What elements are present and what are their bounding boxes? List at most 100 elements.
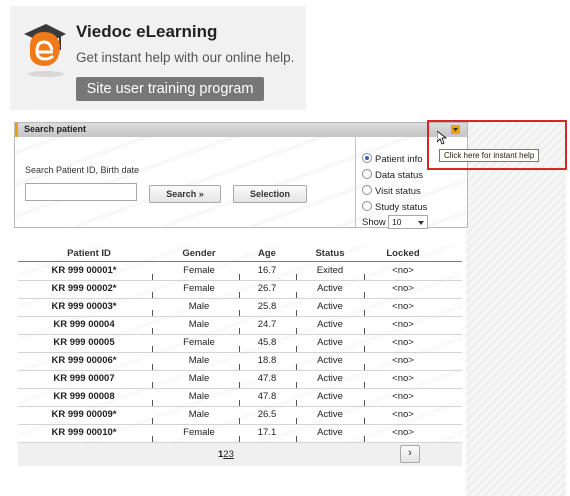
training-program-button[interactable]: Site user training program [76, 77, 264, 101]
search-label: Search Patient ID, Birth date [25, 165, 140, 175]
cell-status: Exited [316, 265, 344, 276]
cell-patient-id: KR 999 00005 [53, 337, 115, 348]
cell-locked: <no> [392, 391, 414, 402]
cell-age: 45.8 [257, 337, 277, 348]
column-gender[interactable]: Gender [164, 248, 234, 259]
option-study-status[interactable]: Study status [362, 201, 427, 213]
cell-age: 17.1 [257, 427, 277, 438]
cell-status: Active [317, 373, 343, 384]
column-locked[interactable]: Locked [368, 248, 438, 259]
table-row[interactable]: KR 999 00008 Male 47.8 Active <no> [18, 388, 462, 407]
cell-gender: Female [183, 337, 215, 348]
table-row[interactable]: KR 999 00004 Male 24.7 Active <no> [18, 316, 462, 335]
cell-patient-id: KR 999 00004 [53, 319, 115, 330]
banner-title: Viedoc eLearning [76, 22, 218, 41]
column-divider [239, 436, 240, 442]
table-row[interactable]: KR 999 00006* Male 18.8 Active <no> [18, 352, 462, 371]
cell-locked: <no> [392, 373, 414, 384]
cell-locked: <no> [392, 427, 414, 438]
cell-patient-id: KR 999 00003* [51, 301, 117, 312]
cell-gender: Male [188, 355, 210, 366]
table-row[interactable]: KR 999 00005 Female 45.8 Active <no> [18, 334, 462, 353]
show-label: Show [362, 217, 386, 228]
cell-age: 47.8 [257, 373, 277, 384]
cell-age: 26.5 [257, 409, 277, 420]
cell-status: Active [317, 355, 343, 366]
cell-status: Active [317, 337, 343, 348]
column-divider [364, 436, 365, 442]
background-strip [466, 122, 566, 496]
cell-locked: <no> [392, 301, 414, 312]
table-row[interactable]: KR 999 00007 Male 47.8 Active <no> [18, 370, 462, 389]
elearning-banner: Viedoc eLearning Get instant help with o… [10, 6, 306, 110]
radio-data-status[interactable] [362, 169, 372, 179]
option-patient-info[interactable]: Patient info [362, 153, 423, 165]
table-row[interactable]: KR 999 00001* Female 16.7 Exited <no> [18, 262, 462, 281]
patient-table: Patient ID Gender Age Status Locked KR 9… [18, 246, 462, 466]
cell-status: Active [317, 391, 343, 402]
next-page-button[interactable]: › [400, 445, 420, 463]
chevron-down-icon [418, 221, 424, 225]
help-highlight-frame [427, 120, 567, 170]
cell-status: Active [317, 301, 343, 312]
cell-gender: Male [188, 319, 210, 330]
pagination: 123 [218, 449, 234, 460]
cell-age: 25.8 [257, 301, 277, 312]
table-row[interactable]: KR 999 00009* Male 26.5 Active <no> [18, 406, 462, 425]
cell-status: Active [317, 427, 343, 438]
cell-status: Active [317, 319, 343, 330]
radio-visit-status[interactable] [362, 185, 372, 195]
cell-patient-id: KR 999 00010* [51, 427, 117, 438]
radio-patient-info[interactable] [362, 153, 372, 163]
cell-age: 24.7 [257, 319, 277, 330]
mouse-cursor-icon [437, 131, 447, 145]
cell-patient-id: KR 999 00001* [51, 265, 117, 276]
cell-locked: <no> [392, 319, 414, 330]
table-header: Patient ID Gender Age Status Locked [18, 246, 462, 262]
cell-age: 47.8 [257, 391, 277, 402]
cell-patient-id: KR 999 00008 [53, 391, 115, 402]
cell-gender: Male [188, 409, 210, 420]
cell-gender: Female [183, 283, 215, 294]
cell-status: Active [317, 283, 343, 294]
radio-study-status[interactable] [362, 201, 372, 211]
cell-gender: Female [183, 265, 215, 276]
option-visit-status[interactable]: Visit status [362, 185, 421, 197]
search-patient-panel: Search patient Search Patient ID, Birth … [14, 122, 468, 229]
cell-patient-id: KR 999 00007 [53, 373, 115, 384]
cell-status: Active [317, 409, 343, 420]
cell-locked: <no> [392, 265, 414, 276]
column-age[interactable]: Age [242, 248, 292, 259]
cell-locked: <no> [392, 355, 414, 366]
cell-gender: Male [188, 391, 210, 402]
panel-title: Search patient [24, 124, 87, 134]
option-data-status[interactable]: Data status [362, 169, 423, 181]
column-divider [152, 436, 153, 442]
column-patient-id[interactable]: Patient ID [44, 248, 134, 259]
page-3[interactable]: 3 [229, 449, 234, 460]
column-divider [296, 436, 297, 442]
cell-patient-id: KR 999 00009* [51, 409, 117, 420]
elearning-logo-icon [24, 24, 66, 77]
cell-gender: Male [188, 373, 210, 384]
cell-age: 18.8 [257, 355, 277, 366]
search-input[interactable] [25, 183, 137, 201]
show-count-value: 10 [392, 217, 402, 227]
cell-locked: <no> [392, 337, 414, 348]
cell-locked: <no> [392, 283, 414, 294]
cell-age: 26.7 [257, 283, 277, 294]
search-button[interactable]: Search » [149, 185, 221, 203]
cell-gender: Female [183, 427, 215, 438]
show-count-select[interactable]: 10 [388, 215, 428, 229]
table-row[interactable]: KR 999 00002* Female 26.7 Active <no> [18, 280, 462, 299]
column-status[interactable]: Status [300, 248, 360, 259]
table-row[interactable]: KR 999 00010* Female 17.1 Active <no> [18, 424, 462, 443]
panel-header: Search patient [15, 123, 467, 137]
table-row[interactable]: KR 999 00003* Male 25.8 Active <no> [18, 298, 462, 317]
cell-gender: Male [188, 301, 210, 312]
pagination-bar: 123 › [18, 443, 462, 466]
cell-locked: <no> [392, 409, 414, 420]
banner-subtitle: Get instant help with our online help. [76, 50, 295, 65]
selection-button[interactable]: Selection [233, 185, 307, 203]
cell-patient-id: KR 999 00002* [51, 283, 117, 294]
